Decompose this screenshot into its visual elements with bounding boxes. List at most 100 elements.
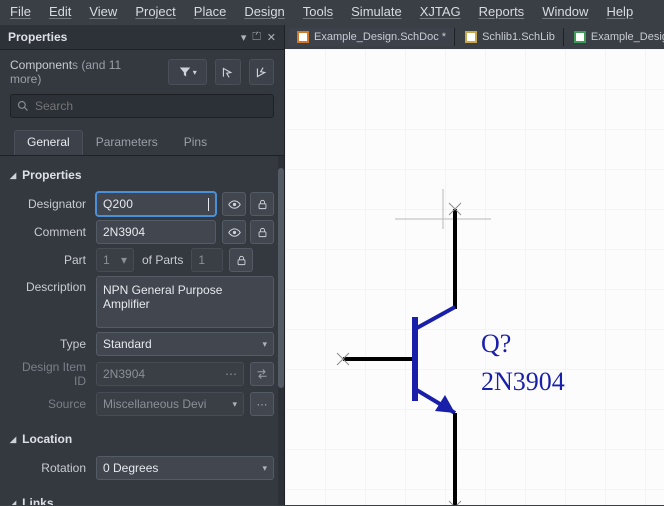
comment-field[interactable] — [96, 220, 216, 244]
designator-visibility-button[interactable] — [222, 192, 246, 216]
collapse-icon: ◢ — [10, 171, 16, 180]
search-box[interactable] — [10, 94, 274, 118]
menu-reports[interactable]: Reports — [479, 4, 525, 19]
ellipsis-icon[interactable]: ⋯ — [225, 367, 237, 381]
select-similar-button[interactable] — [249, 59, 274, 85]
schlib-icon — [465, 31, 477, 43]
filter-funnel-button[interactable]: ▾ — [168, 59, 207, 85]
section-links[interactable]: ◢ Links — [10, 490, 274, 505]
menu-tools[interactable]: Tools — [303, 4, 333, 19]
row-design-item-id: Design Item ID 2N3904 ⋯ — [10, 360, 274, 388]
panel-titlebar: Properties ▾ ⏍ ✕ — [0, 25, 284, 50]
row-designator: Designator — [10, 192, 274, 216]
menu-window[interactable]: Window — [542, 4, 588, 19]
row-rotation: Rotation 0 Degrees ▾ — [10, 456, 274, 480]
source-ellipsis-button[interactable]: ⋯ — [250, 392, 274, 416]
properties-scroll[interactable]: ◢ Properties Designator Comment — [0, 156, 284, 505]
designator-lock-button[interactable] — [250, 192, 274, 216]
object-filter-row: Components (and 11 more) ▾ — [0, 50, 284, 94]
search-icon — [17, 100, 29, 112]
chevron-down-icon: ▾ — [262, 463, 267, 474]
row-type: Type Standard ▾ — [10, 332, 274, 356]
lock-icon — [236, 255, 247, 266]
label-source: Source — [10, 397, 96, 411]
dropdown-icon[interactable]: ▾ — [241, 31, 247, 44]
eye-icon — [228, 198, 241, 211]
menu-help[interactable]: Help — [606, 4, 633, 19]
part-select[interactable]: 1 ▾ — [96, 248, 134, 272]
menu-design[interactable]: Design — [244, 4, 284, 19]
cursor-up-icon — [221, 66, 234, 79]
comment-lock-button[interactable] — [250, 220, 274, 244]
description-field[interactable]: NPN General Purpose Amplifier — [96, 276, 274, 328]
doc-tab-pcb[interactable]: Example_Design.P — [566, 28, 664, 46]
document-tabs: Example_Design.SchDoc * Schlib1.SchLib E… — [285, 25, 664, 50]
rotation-select[interactable]: 0 Degrees ▾ — [96, 456, 274, 480]
editor-area: Example_Design.SchDoc * Schlib1.SchLib E… — [285, 25, 664, 505]
designator-field[interactable] — [96, 192, 216, 216]
scrollbar-thumb[interactable] — [278, 168, 284, 388]
select-connected-button[interactable] — [215, 59, 240, 85]
lock-icon — [257, 227, 268, 238]
menu-simulate[interactable]: Simulate — [351, 4, 402, 19]
chevron-down-icon: ▾ — [262, 339, 267, 350]
menu-xjtag[interactable]: XJTAG — [420, 4, 461, 19]
swap-icon — [256, 368, 268, 380]
schematic-value-label[interactable]: 2N3904 — [481, 367, 565, 397]
schematic-canvas[interactable]: Q? 2N3904 — [285, 49, 664, 505]
part-lock-button[interactable] — [229, 248, 253, 272]
panel-tabs: General Parameters Pins — [0, 124, 284, 156]
label-design-item-id: Design Item ID — [10, 360, 96, 388]
panel-title: Properties — [8, 30, 67, 44]
collapse-icon: ◢ — [10, 499, 16, 506]
designator-input[interactable] — [103, 197, 208, 211]
tab-pins[interactable]: Pins — [171, 130, 220, 155]
doc-tab-schdoc[interactable]: Example_Design.SchDoc * — [289, 28, 455, 46]
part-count-field: 1 — [191, 248, 223, 272]
pcb-icon — [574, 31, 586, 43]
source-select[interactable]: Miscellaneous Devi ▾ — [96, 392, 244, 416]
chevron-down-icon: ▾ — [121, 253, 127, 267]
funnel-icon — [179, 66, 191, 78]
label-part: Part — [10, 253, 96, 267]
ellipsis-icon: ⋯ — [257, 398, 268, 411]
label-designator: Designator — [10, 197, 96, 211]
row-comment: Comment — [10, 220, 274, 244]
transistor-symbol[interactable] — [335, 189, 555, 505]
schematic-ref-label[interactable]: Q? — [481, 329, 511, 359]
chevron-down-icon: ▾ — [232, 399, 237, 410]
doc-tab-schlib[interactable]: Schlib1.SchLib — [457, 28, 564, 46]
menu-place[interactable]: Place — [194, 4, 227, 19]
tab-general[interactable]: General — [14, 130, 83, 155]
type-select[interactable]: Standard ▾ — [96, 332, 274, 356]
label-rotation: Rotation — [10, 461, 96, 475]
lock-icon — [257, 199, 268, 210]
collapse-icon: ◢ — [10, 435, 16, 444]
label-type: Type — [10, 337, 96, 351]
main-menu-bar: File Edit View Project Place Design Tool… — [0, 0, 664, 25]
row-part: Part 1 ▾ of Parts 1 — [10, 248, 274, 272]
comment-visibility-button[interactable] — [222, 220, 246, 244]
row-source: Source Miscellaneous Devi ▾ ⋯ — [10, 392, 274, 416]
eye-icon — [228, 226, 241, 239]
section-location[interactable]: ◢ Location — [10, 426, 274, 452]
close-icon[interactable]: ✕ — [267, 31, 276, 44]
schdoc-icon — [297, 31, 309, 43]
design-item-id-field: 2N3904 ⋯ — [96, 362, 244, 386]
comment-input[interactable] — [103, 225, 209, 239]
menu-project[interactable]: Project — [135, 4, 175, 19]
filter-label: Components (and 11 more) — [10, 58, 152, 86]
label-description: Description — [10, 276, 96, 294]
menu-edit[interactable]: Edit — [49, 4, 71, 19]
menu-view[interactable]: View — [89, 4, 117, 19]
pin-icon[interactable]: ⏍ — [252, 31, 260, 44]
tab-parameters[interactable]: Parameters — [83, 130, 171, 155]
section-properties[interactable]: ◢ Properties — [10, 162, 274, 188]
search-input[interactable] — [35, 99, 267, 113]
menu-file[interactable]: File — [10, 4, 31, 19]
properties-panel: Properties ▾ ⏍ ✕ Components (and 11 more… — [0, 25, 285, 505]
scrollbar[interactable] — [278, 156, 284, 505]
swap-button[interactable] — [250, 362, 274, 386]
cursor-down-icon — [255, 66, 268, 79]
label-comment: Comment — [10, 225, 96, 239]
